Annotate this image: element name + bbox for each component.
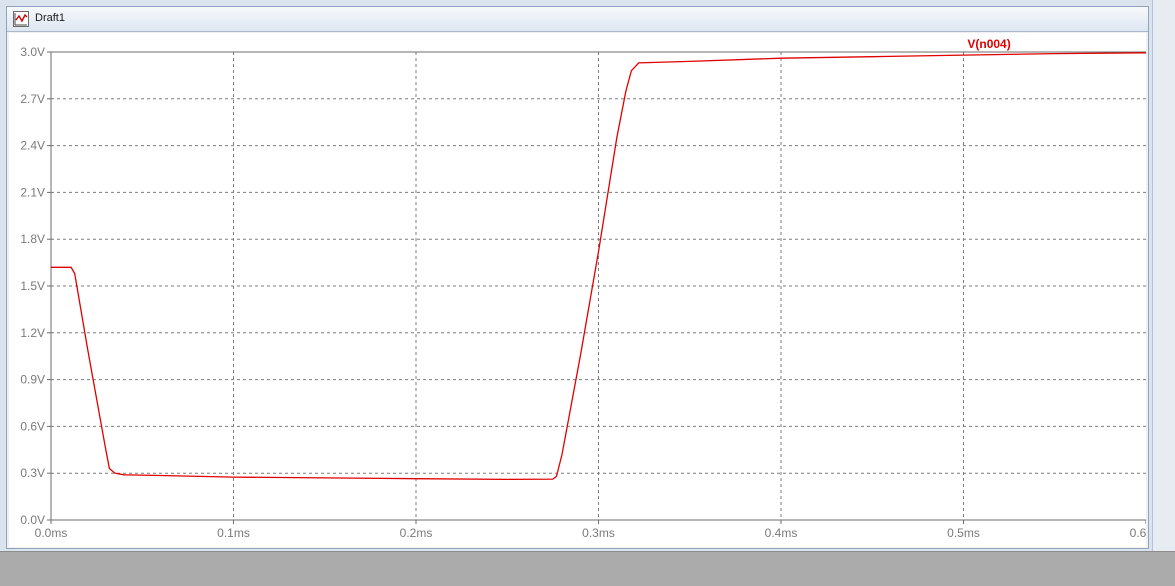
y-tick-label: 0.3V [20, 466, 45, 480]
side-strip [1152, 0, 1175, 551]
plot-pane[interactable]: 0.0V 0.3V 0.6V 0.9V 1.2V 1.5V 1.8V 2.1V 2.4V 2.7V… [9, 33, 1146, 547]
status-bar [0, 551, 1175, 586]
trace-line [51, 52, 1146, 481]
y-tick-label: 0.9V [20, 373, 45, 387]
grid-layer [51, 52, 1146, 520]
tick-layer: 0.0V 0.3V 0.6V 0.9V 1.2V 1.5V 1.8V 2.1V 2.4V 2.7V… [20, 45, 1146, 540]
y-tick-label: 1.2V [20, 326, 45, 340]
waveform-window[interactable]: Draft1 0.0V 0.3V 0.6V 0.9V 1.2V 1.5V 1.8V 2.1V 2… [6, 6, 1149, 549]
y-tick-label: 1.5V [20, 279, 45, 293]
y-tick-label: 3.0V [20, 45, 45, 59]
y-tick-label: 2.1V [20, 185, 45, 199]
y-tick-label: 0.0V [20, 513, 45, 527]
window-titlebar[interactable]: Draft1 [7, 7, 1148, 32]
x-tick-label: 0.2ms [400, 526, 433, 540]
y-tick-label: 2.4V [20, 139, 45, 153]
trace-legend-label: V(n004) [967, 37, 1010, 51]
x-tick-label: 0.3ms [582, 526, 615, 540]
waveform-plot[interactable]: 0.0V 0.3V 0.6V 0.9V 1.2V 1.5V 1.8V 2.1V 2.4V 2.7V… [9, 33, 1146, 547]
y-tick-label: 1.8V [20, 232, 45, 246]
waveform-icon [13, 11, 29, 27]
x-tick-label: 0.6ms [1130, 526, 1146, 540]
legend-layer: V(n004) [967, 37, 1010, 51]
y-tick-label: 0.6V [20, 419, 45, 433]
x-tick-label: 0.4ms [765, 526, 798, 540]
y-tick-label: 2.7V [20, 92, 45, 106]
x-tick-label: 0.0ms [35, 526, 68, 540]
x-tick-label: 0.5ms [947, 526, 980, 540]
x-tick-label: 0.1ms [217, 526, 250, 540]
trace-layer [51, 52, 1146, 481]
window-title: Draft1 [35, 12, 65, 24]
